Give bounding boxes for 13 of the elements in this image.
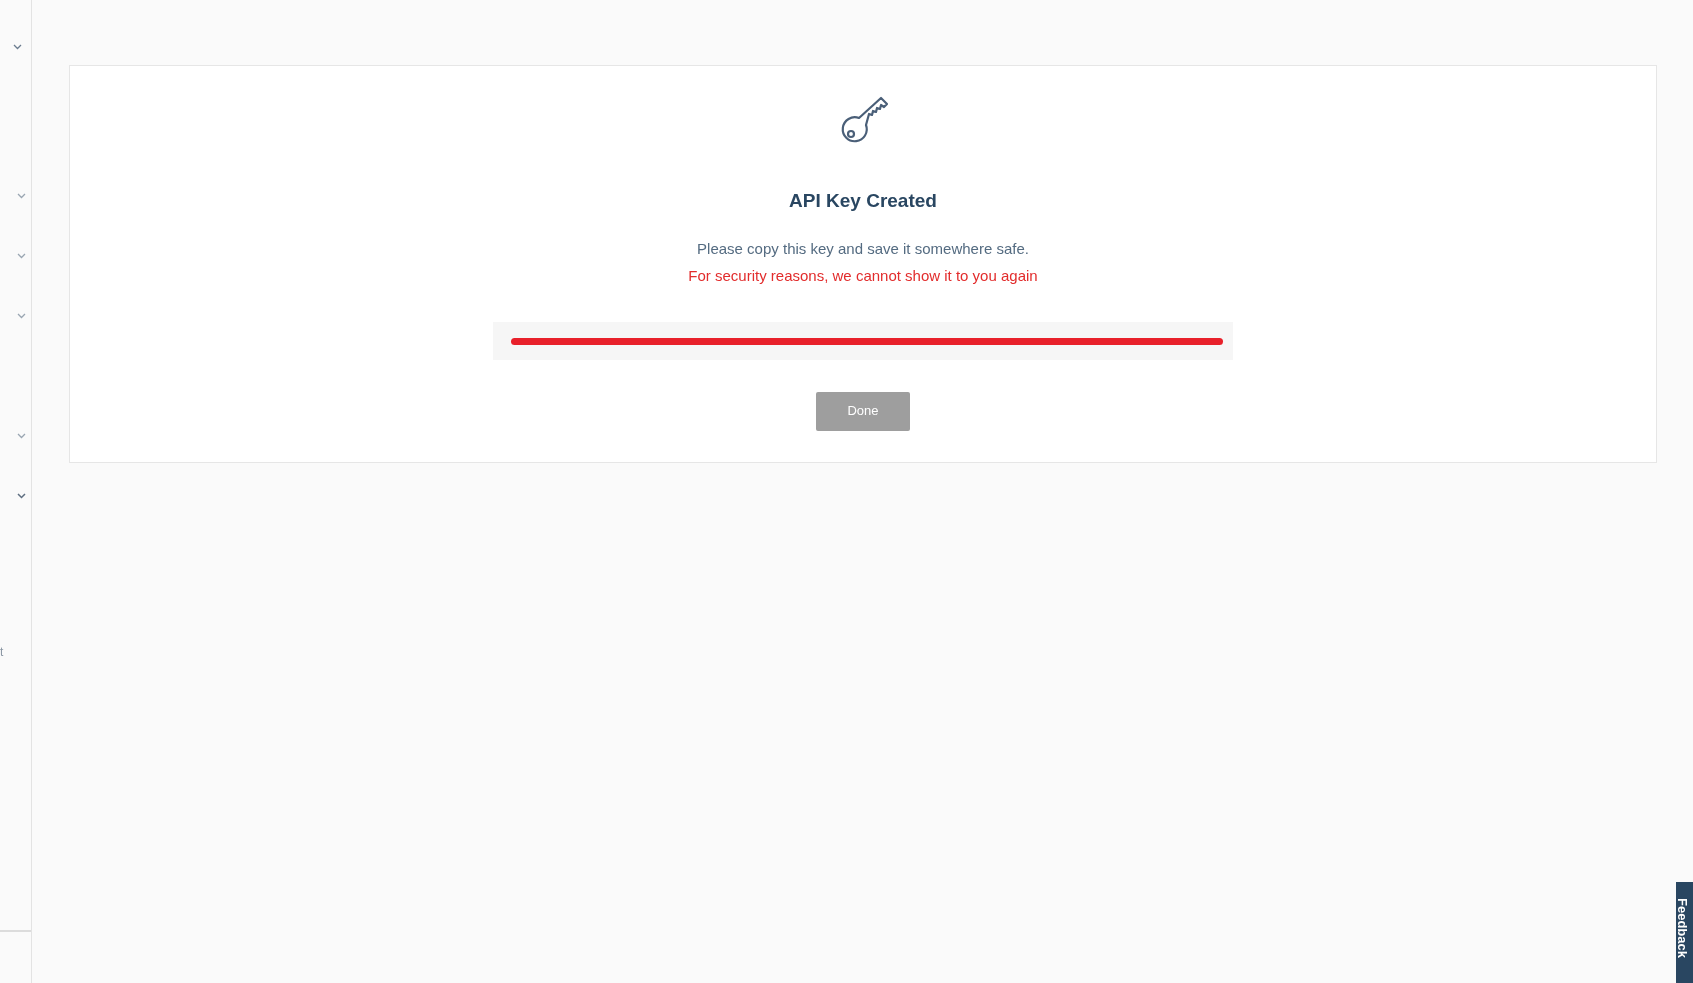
feedback-tab[interactable]: Feedback (1676, 882, 1693, 983)
chevron-down-icon[interactable] (13, 44, 22, 50)
warning-text: For security reasons, we cannot show it to you again (688, 266, 1038, 286)
sidebar-item-label[interactable]: t (0, 645, 4, 659)
instruction-text: Please copy this key and save it somewhere safe. (697, 238, 1029, 259)
chevron-down-icon[interactable] (17, 493, 26, 499)
chevron-down-icon[interactable] (17, 193, 26, 199)
chevron-down-icon[interactable] (17, 313, 26, 319)
done-button[interactable]: Done (816, 391, 910, 431)
chevron-down-icon[interactable] (17, 433, 26, 439)
api-key-field[interactable] (493, 321, 1233, 360)
chevron-down-icon[interactable] (17, 253, 26, 259)
dialog-title: API Key Created (789, 189, 937, 213)
